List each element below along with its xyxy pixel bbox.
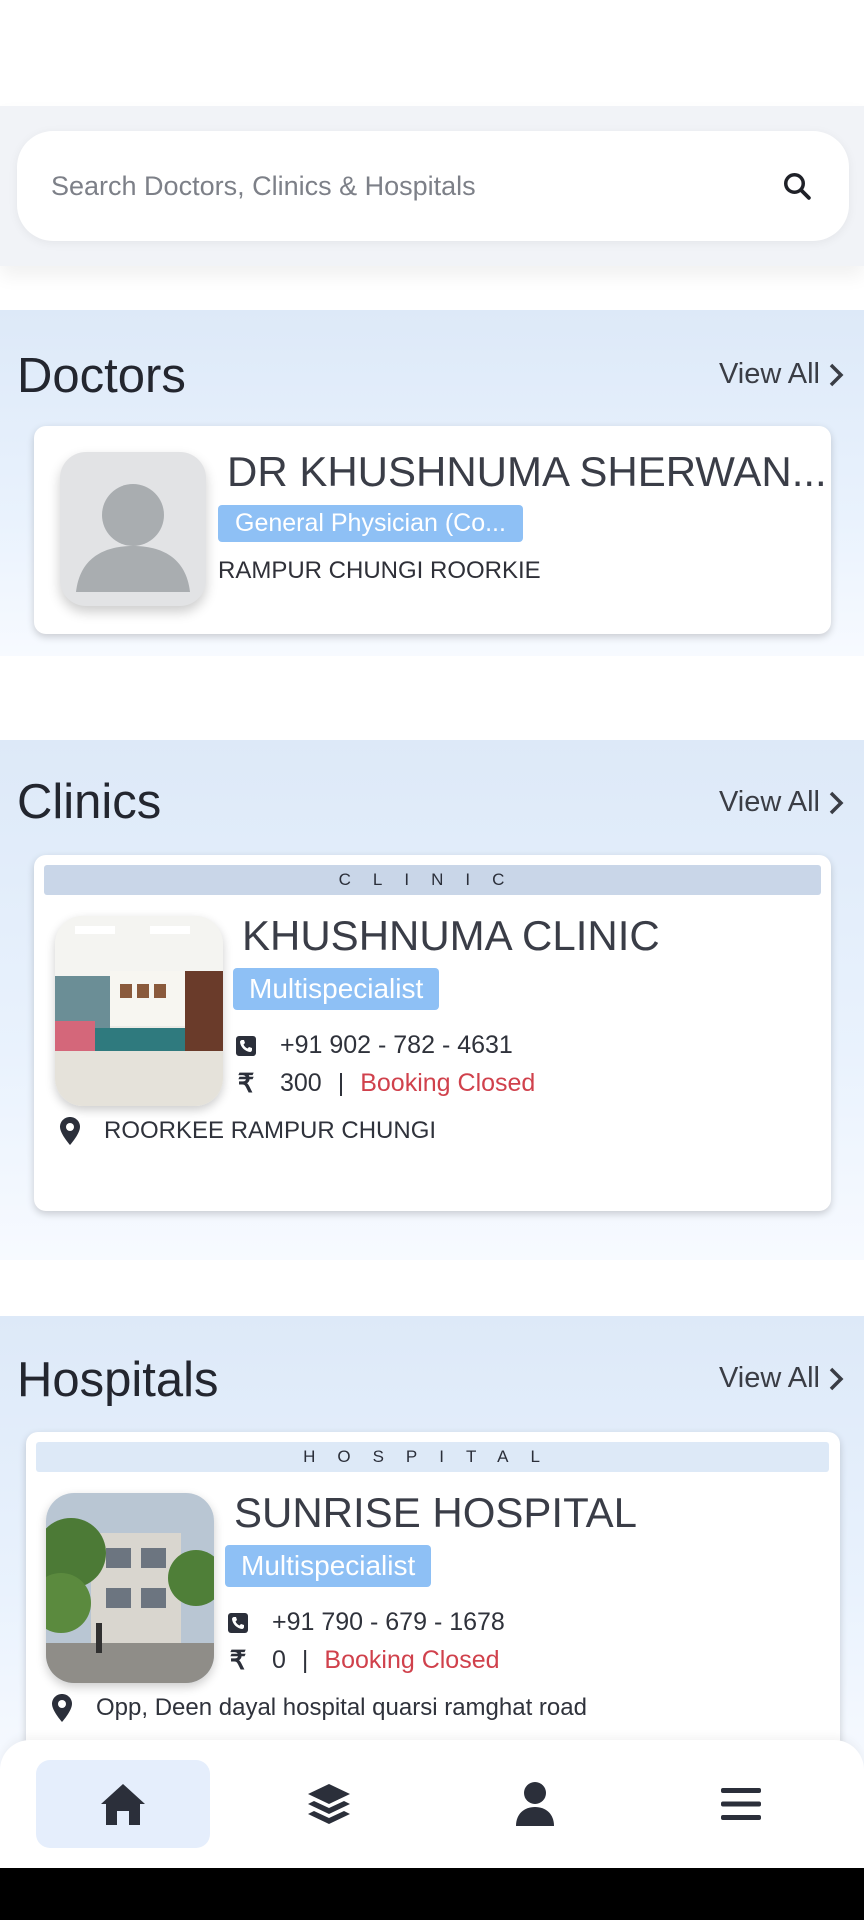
rupee-icon: ₹ [229, 1645, 247, 1675]
menu-icon [721, 1788, 761, 1820]
phone-icon [226, 1611, 250, 1635]
chevron-right-icon [829, 791, 844, 814]
hospital-photo [46, 1493, 214, 1683]
nav-layers[interactable] [242, 1760, 416, 1848]
hospital-address-row: Opp, Deen dayal hospital quarsi ramghat … [50, 1694, 587, 1722]
hospital-name: SUNRISE HOSPITAL [234, 1489, 637, 1536]
nav-profile[interactable] [448, 1760, 622, 1848]
bottom-navigation [0, 1740, 864, 1868]
hospital-card[interactable]: HOSPITAL SUNRISE HOSPITAL Multispecialis… [26, 1432, 840, 1762]
doctor-name: DR KHUSHNUMA SHERWAN... [227, 448, 827, 495]
chevron-right-icon [829, 1367, 844, 1390]
clinic-phone: +91 902 - 782 - 4631 [280, 1031, 513, 1059]
section-title: Hospitals [17, 1353, 219, 1407]
hospital-phone: +91 790 - 679 - 1678 [272, 1608, 505, 1636]
hospital-phone-row[interactable]: +91 790 - 679 - 1678 [226, 1608, 505, 1637]
clinic-address: ROORKEE RAMPUR CHUNGI [104, 1117, 437, 1144]
hospitals-section: Hospitals View All HOSPITAL SUNRISE HOSP… [0, 1316, 864, 1776]
doctors-section: Doctors View All DR KHUSHNUMA SHERWAN...… [0, 310, 864, 656]
view-all-label: View All [718, 1362, 820, 1394]
search-bar[interactable] [17, 131, 849, 241]
booking-status: Booking Closed [360, 1069, 536, 1097]
clinic-fee-row: ₹ 300 | Booking Closed [234, 1068, 536, 1098]
specialty-badge: Multispecialist [225, 1545, 432, 1587]
clinic-fee: 300 [280, 1069, 322, 1097]
hospitals-view-all-link[interactable]: View All [719, 1362, 844, 1395]
nav-home[interactable] [36, 1760, 210, 1848]
section-title: Doctors [17, 349, 186, 403]
system-nav-bar [0, 1868, 864, 1920]
user-icon [516, 1782, 554, 1826]
specialty-badge: Multispecialist [233, 968, 440, 1010]
search-input[interactable] [51, 170, 779, 202]
specialty-badge: General Physician (Co... [218, 505, 523, 542]
fee-status-separator: | [337, 1069, 345, 1097]
booking-status: Booking Closed [324, 1646, 500, 1674]
clinic-photo [55, 916, 223, 1106]
hospital-type-strip: HOSPITAL [36, 1442, 829, 1472]
view-all-label: View All [718, 358, 820, 390]
hospital-fee-row: ₹ 0 | Booking Closed [226, 1645, 500, 1675]
clinics-section: Clinics View All CLINIC KHUSHNUMA CLINIC… [0, 740, 864, 1260]
hospital-address: Opp, Deen dayal hospital quarsi ramghat … [96, 1694, 587, 1721]
nav-menu[interactable] [654, 1760, 828, 1848]
doctor-card[interactable]: DR KHUSHNUMA SHERWAN... General Physicia… [34, 426, 831, 634]
location-pin-icon [58, 1117, 82, 1145]
hospital-fee: 0 [272, 1646, 286, 1674]
person-placeholder-icon [76, 484, 190, 592]
clinics-view-all-link[interactable]: View All [719, 786, 844, 819]
clinic-type-strip: CLINIC [44, 865, 821, 895]
search-icon[interactable] [779, 168, 815, 204]
clinic-address-row: ROORKEE RAMPUR CHUNGI [58, 1117, 436, 1145]
section-title: Clinics [17, 775, 162, 829]
view-all-label: View All [718, 786, 820, 818]
clinic-phone-row[interactable]: +91 902 - 782 - 4631 [234, 1031, 513, 1060]
clinic-name: KHUSHNUMA CLINIC [242, 912, 660, 959]
doctor-address: RAMPUR CHUNGI ROORKIE [218, 557, 541, 584]
status-area [0, 0, 864, 106]
clinic-card[interactable]: CLINIC KHUSHNUMA CLINIC Multispecialist … [34, 855, 831, 1211]
fee-status-separator: | [301, 1646, 309, 1674]
location-pin-icon [50, 1694, 74, 1722]
doctors-view-all-link[interactable]: View All [719, 358, 844, 391]
phone-icon [234, 1034, 258, 1058]
rupee-icon: ₹ [237, 1068, 255, 1098]
layers-icon [308, 1784, 350, 1824]
doctor-avatar [60, 452, 206, 606]
chevron-right-icon [829, 363, 844, 386]
home-icon [101, 1784, 145, 1825]
